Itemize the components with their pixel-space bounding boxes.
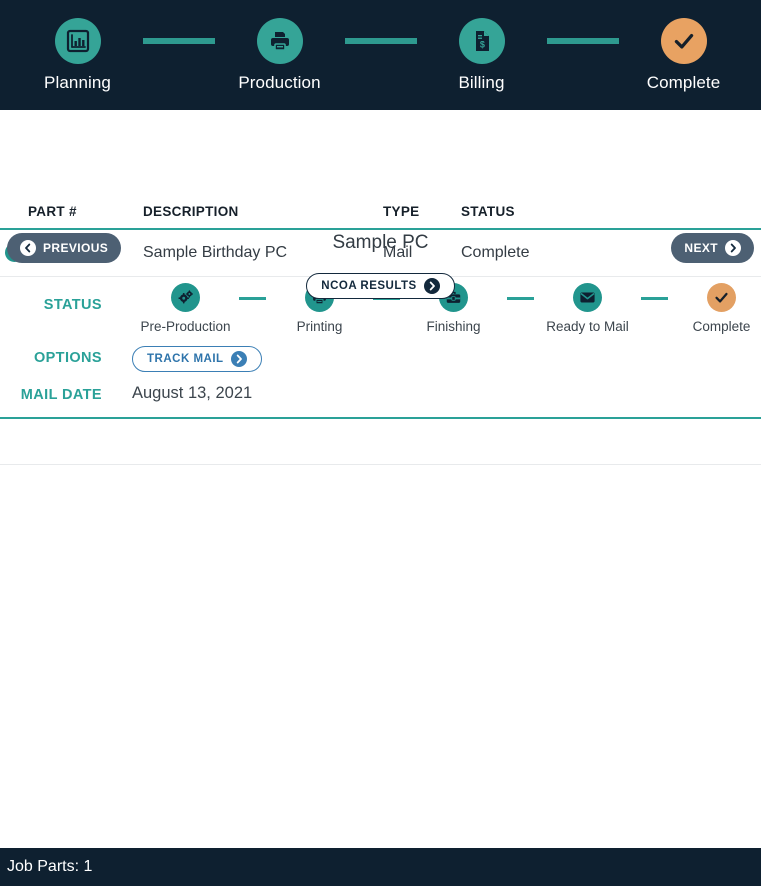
stage-complete[interactable]: Complete	[619, 17, 749, 93]
stage-planning-label: Planning	[44, 72, 111, 92]
detail-options-row: OPTIONS TRACK MAIL	[0, 340, 761, 378]
track-mail-button[interactable]: TRACK MAIL	[132, 346, 262, 372]
status-step-ready-to-mail-label: Ready to Mail	[546, 319, 629, 334]
detail-mail-date-value: August 13, 2021	[132, 384, 253, 402]
navigation-row: PREVIOUS Sample PC NEXT NCOA RESULTS	[0, 110, 761, 299]
stage-connector-1	[142, 38, 215, 44]
stage-connector-2	[344, 38, 417, 44]
stage-progress-bar: Planning Production $ Billing Complete	[0, 0, 761, 110]
track-mail-label: TRACK MAIL	[147, 353, 224, 365]
stage-production[interactable]: Production	[215, 17, 345, 93]
stage-complete-circle	[660, 17, 707, 64]
stage-planning[interactable]: Planning	[13, 17, 143, 93]
stage-billing[interactable]: $ Billing	[417, 17, 547, 93]
page-title: Sample PC	[332, 232, 429, 253]
next-button-label: NEXT	[684, 241, 718, 255]
chevron-right-icon	[725, 240, 741, 256]
bar-chart-icon	[66, 29, 89, 52]
stage-production-circle	[256, 17, 303, 64]
status-step-finishing-label: Finishing	[426, 319, 481, 334]
status-step-complete-label: Complete	[692, 319, 751, 334]
chevron-right-icon	[423, 278, 440, 294]
stage-production-label: Production	[238, 72, 321, 92]
status-step-printing-label: Printing	[296, 319, 343, 334]
table-header-description: DESCRIPTION	[143, 203, 239, 219]
ncoa-results-button[interactable]: NCOA RESULTS	[306, 273, 455, 299]
detail-mail-date-row: MAIL DATE August 13, 2021	[0, 378, 761, 409]
stage-planning-circle	[54, 17, 101, 64]
printer-icon	[270, 31, 289, 51]
table-header-part: PART #	[28, 203, 77, 219]
svg-text:$: $	[479, 39, 484, 49]
table-header-row: PART # DESCRIPTION TYPE STATUS	[0, 194, 761, 228]
detail-mail-date-label: MAIL DATE	[20, 387, 102, 403]
footer-bar: Job Parts: 1	[0, 848, 761, 886]
stage-complete-label: Complete	[646, 72, 721, 92]
next-button[interactable]: NEXT	[671, 233, 754, 263]
stage-billing-circle: $	[458, 17, 505, 64]
job-parts-count: Job Parts: 1	[7, 858, 93, 875]
ncoa-results-wrapper: NCOA RESULTS	[0, 273, 761, 299]
table-header-status: STATUS	[461, 203, 515, 219]
content-divider	[0, 464, 761, 465]
check-icon	[674, 33, 693, 49]
status-step-pre-production-label: Pre-Production	[140, 319, 231, 334]
invoice-dollar-icon: $	[475, 30, 489, 51]
chevron-right-icon	[230, 351, 247, 367]
table-header-type: TYPE	[383, 203, 420, 219]
stage-billing-label: Billing	[458, 72, 505, 92]
stage-connector-3	[546, 38, 619, 44]
ncoa-results-label: NCOA RESULTS	[321, 280, 417, 292]
detail-options-label: OPTIONS	[33, 350, 102, 366]
